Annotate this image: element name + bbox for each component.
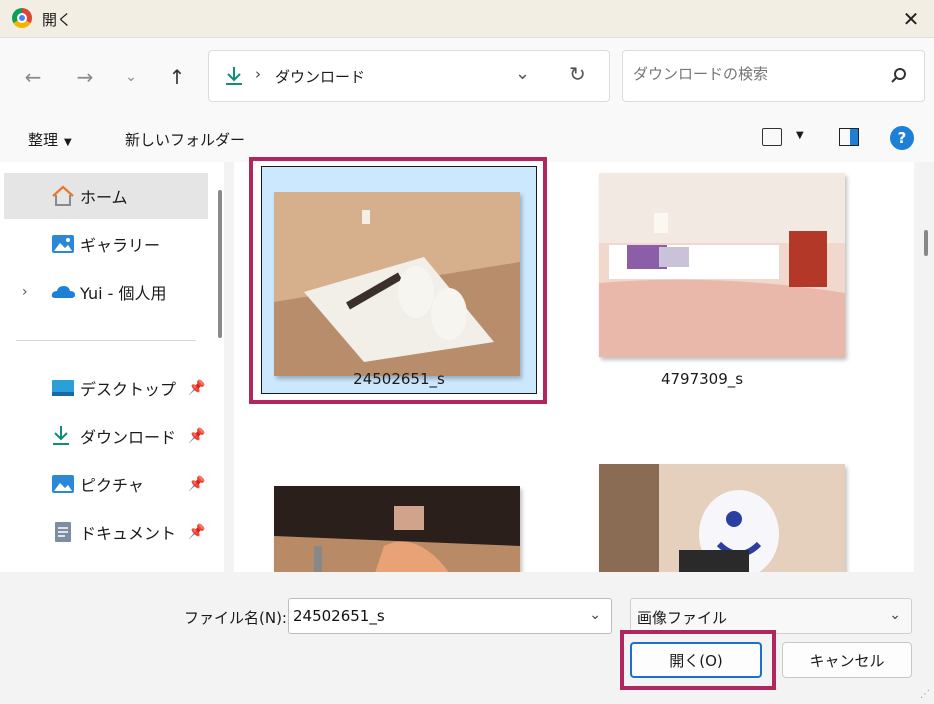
address-bar[interactable]: › ダウンロード ⌄ ↻ <box>208 50 610 102</box>
file-item[interactable] <box>234 452 520 572</box>
sidebar-item-label: デスクトップ <box>80 380 177 399</box>
file-thumbnail <box>599 173 845 357</box>
onedrive-icon <box>51 286 75 298</box>
address-dropdown-button[interactable]: ⌄ <box>515 63 530 84</box>
file-name: 4797309_s <box>660 370 744 388</box>
help-icon[interactable]: ? <box>890 126 914 150</box>
sidebar-item-downloads[interactable]: ダウンロード 📌 <box>4 413 208 459</box>
recent-locations-button[interactable]: ⌄ <box>116 62 146 92</box>
close-button[interactable]: ✕ <box>888 0 934 38</box>
chevron-down-icon[interactable]: ⌄ <box>889 607 901 623</box>
sidebar-item-documents[interactable]: ドキュメント 📌 <box>4 509 208 555</box>
download-icon <box>223 65 245 87</box>
file-thumbnail <box>274 486 520 572</box>
navigation-pane: ホーム ギャラリー › Yui - 個人用 デスクトップ 📌 ダウンロード 📌 … <box>0 162 224 572</box>
navigation-bar: ← → ⌄ ↑ › ダウンロード ⌄ ↻ <box>0 38 934 116</box>
preview-pane-icon[interactable] <box>839 128 859 146</box>
refresh-button[interactable]: ↻ <box>569 62 586 86</box>
gallery-icon <box>52 235 74 253</box>
up-button[interactable]: ↑ <box>162 62 192 92</box>
pictures-icon <box>52 475 74 493</box>
organize-button[interactable]: 整理 ▼ <box>28 129 72 150</box>
resize-grip-icon[interactable]: ⋰ <box>920 689 930 700</box>
sidebar-divider <box>16 340 196 341</box>
sidebar-item-home[interactable]: ホーム <box>4 173 208 219</box>
documents-icon <box>55 522 71 542</box>
chevron-down-icon[interactable]: ⌄ <box>589 607 601 623</box>
title-bar: 開く ✕ <box>0 0 934 38</box>
back-button[interactable]: ← <box>18 62 48 92</box>
search-box[interactable] <box>622 50 925 102</box>
search-icon[interactable] <box>890 67 908 85</box>
filename-field[interactable]: ⌄ <box>288 598 612 634</box>
file-view-scrollbar[interactable] <box>924 230 928 256</box>
chrome-icon <box>12 8 32 28</box>
annotation-highlight-open-button <box>620 630 776 690</box>
caret-down-icon: ▼ <box>64 137 72 148</box>
sidebar-item-label: ピクチャ <box>80 476 144 495</box>
pin-icon: 📌 <box>188 428 206 444</box>
filename-label: ファイル名(N): <box>184 609 287 627</box>
pin-icon: 📌 <box>188 476 206 492</box>
organize-label: 整理 <box>28 131 59 149</box>
sidebar-item-onedrive[interactable]: › Yui - 個人用 <box>4 269 208 315</box>
dialog-footer: ファイル名(N): ⌄ 画像ファイル ⌄ 開く(O) キャンセル ⋰ <box>0 572 934 704</box>
filename-input[interactable] <box>293 607 573 625</box>
view-mode-icon[interactable] <box>762 128 782 146</box>
sidebar-scrollbar[interactable] <box>218 190 222 338</box>
sidebar-item-label: ギャラリー <box>80 236 161 255</box>
home-icon <box>52 185 74 206</box>
sidebar-item-label: ダウンロード <box>80 428 177 447</box>
sidebar-item-label: ホーム <box>80 188 128 207</box>
sidebar-item-label: ドキュメント <box>80 524 177 543</box>
breadcrumb-downloads[interactable]: ダウンロード <box>275 66 365 87</box>
filetype-select[interactable]: 画像ファイル ⌄ <box>630 598 912 634</box>
breadcrumb-separator: › <box>255 65 261 83</box>
new-folder-button[interactable]: 新しいフォルダー <box>125 129 245 150</box>
filetype-value: 画像ファイル <box>637 609 728 627</box>
desktop-icon <box>52 380 74 396</box>
sidebar-item-pictures[interactable]: ピクチャ 📌 <box>4 461 208 507</box>
command-toolbar: 整理 ▼ 新しいフォルダー ▼ ? <box>0 116 934 162</box>
view-dropdown-icon[interactable]: ▼ <box>796 130 804 141</box>
sidebar-item-desktop[interactable]: デスクトップ 📌 <box>4 365 208 411</box>
forward-button[interactable]: → <box>70 62 100 92</box>
window-title: 開く <box>42 11 73 29</box>
file-item[interactable]: 4797309_s <box>564 162 845 398</box>
sidebar-item-label: Yui - 個人用 <box>80 284 167 303</box>
expand-chevron-icon[interactable]: › <box>22 284 28 300</box>
annotation-highlight-file <box>249 157 547 404</box>
search-input[interactable] <box>633 65 873 83</box>
download-icon <box>53 426 69 445</box>
pin-icon: 📌 <box>188 380 206 396</box>
file-thumbnail <box>599 464 845 572</box>
pin-icon: 📌 <box>188 524 206 540</box>
file-item[interactable] <box>564 452 845 572</box>
sidebar-item-gallery[interactable]: ギャラリー <box>4 221 208 267</box>
cancel-button[interactable]: キャンセル <box>782 642 912 678</box>
